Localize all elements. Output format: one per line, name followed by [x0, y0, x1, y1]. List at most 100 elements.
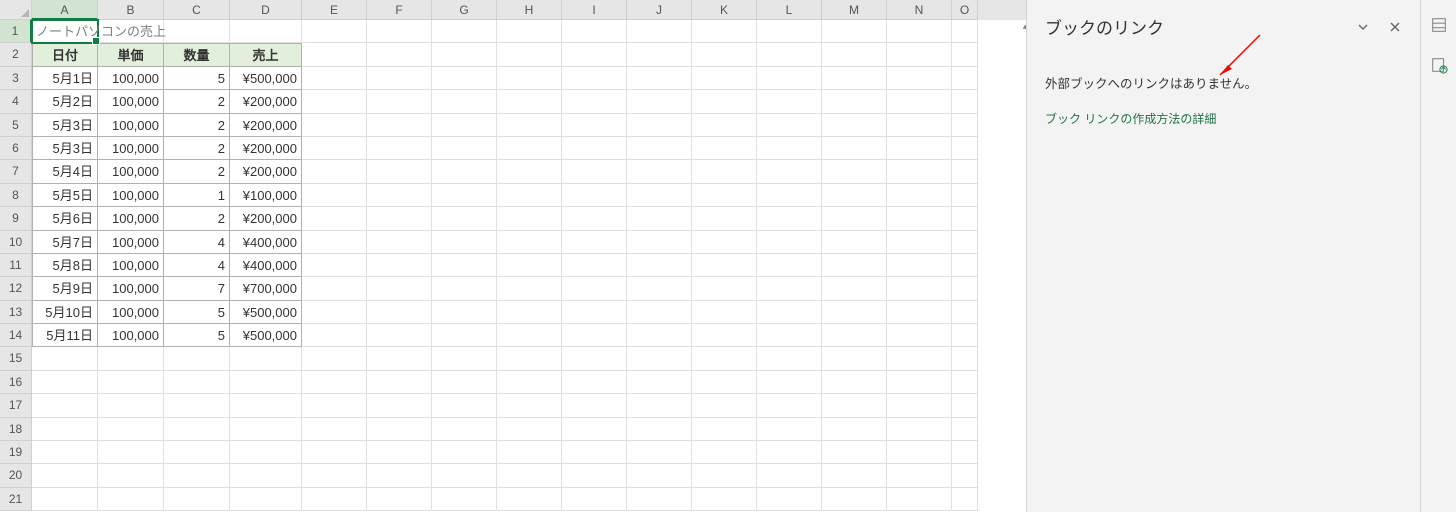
- cell-C5[interactable]: 2: [164, 114, 230, 137]
- cell[interactable]: [497, 20, 562, 43]
- cell[interactable]: [302, 114, 367, 137]
- cell[interactable]: [432, 347, 497, 370]
- cell[interactable]: [562, 347, 627, 370]
- cell[interactable]: [627, 231, 692, 254]
- select-all-corner[interactable]: [0, 0, 32, 20]
- cell[interactable]: [822, 371, 887, 394]
- cell[interactable]: [562, 184, 627, 207]
- cell[interactable]: [302, 254, 367, 277]
- cell[interactable]: [757, 464, 822, 487]
- cell[interactable]: [98, 464, 164, 487]
- col-header-D[interactable]: D: [230, 0, 302, 20]
- cell[interactable]: [562, 160, 627, 183]
- cell[interactable]: [562, 43, 627, 66]
- cell[interactable]: [757, 277, 822, 300]
- row-header-6[interactable]: 6: [0, 137, 32, 160]
- cell[interactable]: [367, 254, 432, 277]
- cell[interactable]: [98, 347, 164, 370]
- cell[interactable]: [432, 254, 497, 277]
- cell[interactable]: [432, 207, 497, 230]
- cell-A9[interactable]: 5月6日: [32, 207, 98, 230]
- cell[interactable]: [887, 20, 952, 43]
- cell[interactable]: [822, 20, 887, 43]
- cell[interactable]: [562, 20, 627, 43]
- cell-C2[interactable]: 数量: [164, 43, 230, 66]
- row-header-8[interactable]: 8: [0, 184, 32, 207]
- cell[interactable]: [692, 90, 757, 113]
- cell[interactable]: [497, 394, 562, 417]
- cell[interactable]: [562, 441, 627, 464]
- cell[interactable]: [432, 371, 497, 394]
- cell-C4[interactable]: 2: [164, 90, 230, 113]
- cell[interactable]: [432, 488, 497, 511]
- cell-D9[interactable]: ¥200,000: [230, 207, 302, 230]
- cell[interactable]: [432, 324, 497, 347]
- cell-A12[interactable]: 5月9日: [32, 277, 98, 300]
- cell[interactable]: [367, 90, 432, 113]
- cell-D12[interactable]: ¥700,000: [230, 277, 302, 300]
- cell[interactable]: [757, 371, 822, 394]
- cell[interactable]: [952, 114, 978, 137]
- cell[interactable]: [692, 160, 757, 183]
- cell[interactable]: [692, 464, 757, 487]
- col-header-C[interactable]: C: [164, 0, 230, 20]
- cell[interactable]: [432, 43, 497, 66]
- cell-A13[interactable]: 5月10日: [32, 301, 98, 324]
- cell[interactable]: [432, 67, 497, 90]
- cell[interactable]: [627, 43, 692, 66]
- cell[interactable]: [822, 324, 887, 347]
- cell[interactable]: [302, 137, 367, 160]
- cell[interactable]: [164, 464, 230, 487]
- cell[interactable]: [367, 464, 432, 487]
- cell[interactable]: [164, 441, 230, 464]
- cell[interactable]: [302, 90, 367, 113]
- cell-A8[interactable]: 5月5日: [32, 184, 98, 207]
- cell[interactable]: [757, 20, 822, 43]
- cell[interactable]: [692, 418, 757, 441]
- row-header-16[interactable]: 16: [0, 371, 32, 394]
- cell[interactable]: [230, 418, 302, 441]
- cell[interactable]: [302, 20, 367, 43]
- cell[interactable]: [367, 160, 432, 183]
- cell[interactable]: [627, 301, 692, 324]
- cell[interactable]: [302, 277, 367, 300]
- cell-B8[interactable]: 100,000: [98, 184, 164, 207]
- cell[interactable]: [164, 347, 230, 370]
- cell[interactable]: [627, 137, 692, 160]
- cell[interactable]: [367, 418, 432, 441]
- scroll-up-icon[interactable]: [1017, 0, 1026, 10]
- cell[interactable]: [230, 488, 302, 511]
- cell[interactable]: [822, 394, 887, 417]
- cell[interactable]: [692, 301, 757, 324]
- row-header-15[interactable]: 15: [0, 347, 32, 370]
- cell[interactable]: [367, 324, 432, 347]
- cell[interactable]: [367, 184, 432, 207]
- row-header-17[interactable]: 17: [0, 394, 32, 417]
- cell[interactable]: [562, 207, 627, 230]
- cell[interactable]: [302, 347, 367, 370]
- cell[interactable]: [887, 488, 952, 511]
- col-header-K[interactable]: K: [692, 0, 757, 20]
- close-icon[interactable]: [1388, 20, 1402, 34]
- cell-B11[interactable]: 100,000: [98, 254, 164, 277]
- cell-D3[interactable]: ¥500,000: [230, 67, 302, 90]
- row-header-19[interactable]: 19: [0, 441, 32, 464]
- cell[interactable]: [692, 441, 757, 464]
- cell[interactable]: [692, 347, 757, 370]
- cell[interactable]: [887, 301, 952, 324]
- cell-B4[interactable]: 100,000: [98, 90, 164, 113]
- cell[interactable]: [367, 114, 432, 137]
- cell[interactable]: [627, 488, 692, 511]
- cell-A2[interactable]: 日付: [32, 43, 98, 66]
- row-header-4[interactable]: 4: [0, 90, 32, 113]
- cell[interactable]: [822, 184, 887, 207]
- cell[interactable]: [692, 67, 757, 90]
- cell-D10[interactable]: ¥400,000: [230, 231, 302, 254]
- cell[interactable]: [367, 441, 432, 464]
- cell[interactable]: [952, 301, 978, 324]
- cell[interactable]: [98, 488, 164, 511]
- cell[interactable]: [887, 254, 952, 277]
- cell[interactable]: [562, 371, 627, 394]
- cell-A6[interactable]: 5月3日: [32, 137, 98, 160]
- cell[interactable]: [822, 254, 887, 277]
